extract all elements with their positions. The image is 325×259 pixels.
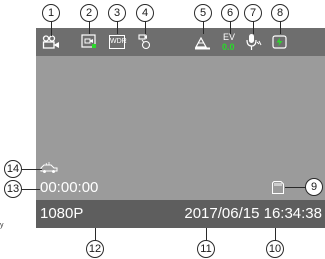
wdr-text: WDR [110,38,127,45]
motion-detection-icon [138,34,152,50]
microphone-icon [246,33,262,51]
wdr-icon: WDR [109,35,127,49]
camera-screen: WDR EV 0.0 00:00:00 1080P 2017/06/15 16:… [36,28,325,228]
leader-line [51,20,52,36]
ev-label: EV [223,32,236,42]
margin-text: y [0,222,4,229]
status-bar: WDR EV 0.0 [36,28,325,56]
leader-line [22,189,40,190]
callout-11: 11 [197,240,215,258]
callout-7: 7 [244,4,262,22]
leader-line [117,20,118,34]
screen-record-icon [81,33,97,49]
callout-1: 1 [42,4,60,22]
car-collision-icon [40,162,58,174]
recording-timer: 00:00:00 [40,179,99,196]
callout-10: 10 [266,240,284,258]
resolution-label: 1080P [40,205,84,222]
leader-line [280,20,281,34]
leader-line [285,187,307,188]
callout-14: 14 [4,160,22,178]
leader-line [89,20,90,34]
ev-value: 0.0 [222,42,235,52]
leader-line [230,20,231,34]
callout-12: 12 [86,240,104,258]
leader-line [203,20,204,34]
callout-13: 13 [4,180,22,198]
callout-2: 2 [80,4,98,22]
callout-8: 8 [271,4,289,22]
leader-line [253,20,254,34]
date-time-label: 2017/06/15 16:34:38 [184,205,322,222]
callout-4: 4 [136,4,154,22]
ev-indicator: EV 0.0 [221,33,237,53]
callout-6: 6 [221,4,239,22]
callout-5: 5 [194,4,212,22]
leader-line [145,20,146,34]
battery-charging-icon [272,34,288,50]
sd-card-icon [272,181,284,194]
callout-3: 3 [108,4,126,22]
video-camera-icon [42,35,60,49]
callout-9: 9 [305,178,323,196]
exposure-icon [194,34,212,50]
leader-line [22,169,42,170]
